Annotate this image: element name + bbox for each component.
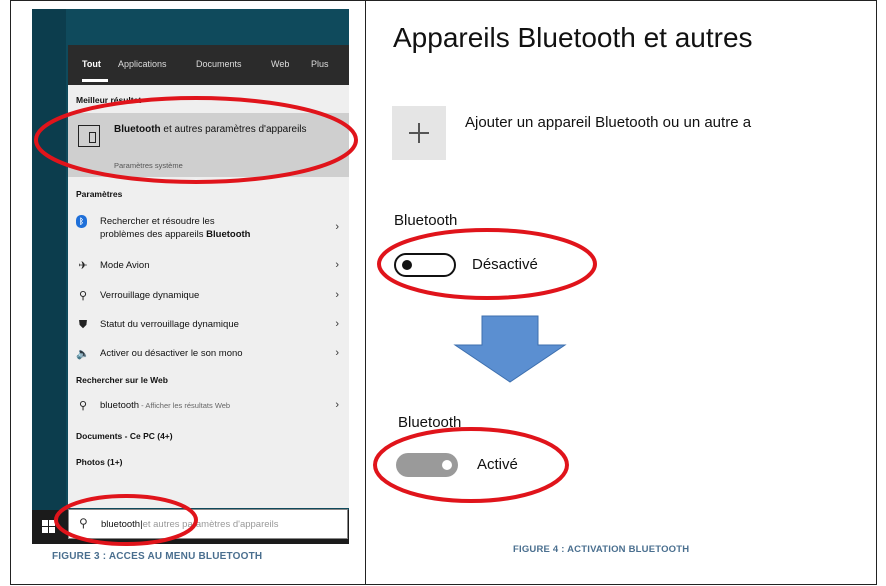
highlight-ellipse-best-result <box>34 96 358 184</box>
down-arrow-icon <box>453 315 567 383</box>
annotation-overlay <box>34 96 597 546</box>
highlight-ellipse-toggle-on <box>373 427 569 503</box>
highlight-ellipse-toggle-off <box>377 228 597 300</box>
highlight-ellipse-search-box <box>54 494 198 546</box>
